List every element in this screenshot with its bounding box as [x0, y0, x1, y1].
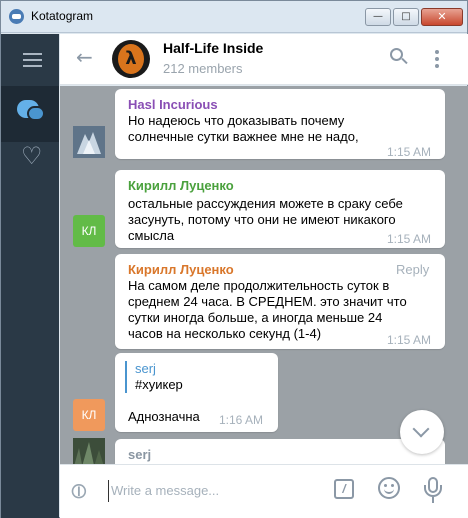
avatar[interactable]: КЛ: [73, 399, 105, 431]
message-author[interactable]: Кирилл Луценко: [128, 178, 234, 193]
avatar[interactable]: [73, 126, 105, 158]
sidebar: ♡: [1, 34, 59, 518]
message-author[interactable]: serj: [128, 447, 151, 462]
message-text-line: Но надеюсь что доказывать почему: [128, 113, 345, 128]
arrow-left-icon[interactable]: ←: [76, 45, 93, 69]
lambda-logo-icon: λ: [118, 44, 144, 74]
message-author[interactable]: Кирилл Луценко: [128, 262, 234, 277]
message-input[interactable]: Write a message...: [108, 480, 318, 502]
message-time: 1:16 AM: [219, 413, 264, 427]
message-bubble[interactable]: Hasl Incurious Но надеюсь что доказывать…: [115, 89, 445, 159]
quote-author: serj: [135, 361, 156, 376]
message-bubble[interactable]: Кирилл Луценко Reply На самом деле продо…: [115, 254, 445, 349]
message-text-line: сутки иногда больше, а иногда меньше 24: [128, 310, 383, 325]
message-text-line: среднем 24 часа. В СРЕДНЕМ. это значит ч…: [128, 294, 407, 309]
quote-text: #хуикер: [135, 377, 183, 392]
message-text-line: засунуть, потому что они не имеют никако…: [128, 212, 396, 227]
user-photo-icon: [73, 438, 105, 464]
message-bubble[interactable]: serj #хуикер Аднозначна 1:16 AM: [115, 353, 278, 432]
emoji-icon[interactable]: [378, 477, 400, 499]
paperclip-icon[interactable]: ⊘: [64, 476, 95, 507]
reply-quote[interactable]: serj #хуикер: [125, 361, 183, 393]
message-time: 1:15 AM: [387, 145, 432, 159]
avatar[interactable]: КЛ: [73, 215, 105, 247]
app-logo-icon: [9, 9, 24, 24]
close-button[interactable]: ✕: [421, 8, 463, 26]
heart-icon[interactable]: ♡: [21, 144, 47, 168]
message-time: 1:15 AM: [387, 232, 432, 246]
message-text-line: часов на несколько секунд (1-4): [128, 326, 322, 341]
maximize-button[interactable]: □: [393, 8, 419, 26]
chat-bubbles-icon[interactable]: [1, 86, 59, 142]
message-text-line: смысла: [128, 228, 175, 243]
chat-header: ← λ Half-Life Inside 212 members: [60, 34, 468, 85]
app-window: Kotatogram — □ ✕ ♡ ← λ Half-Life Inside …: [0, 0, 468, 518]
avatar[interactable]: [73, 438, 105, 464]
message-bubble[interactable]: Кирилл Луценко остальные рассуждения мож…: [115, 170, 445, 248]
reply-label[interactable]: Reply: [396, 262, 429, 277]
message-author[interactable]: Hasl Incurious: [128, 97, 218, 112]
hamburger-icon[interactable]: [1, 34, 59, 84]
message-feed[interactable]: Hasl Incurious Но надеюсь что доказывать…: [60, 86, 468, 464]
message-text: Аднозначна: [128, 409, 200, 424]
message-text-line: остальные рассуждения можете в сраку себ…: [128, 196, 403, 211]
group-avatar[interactable]: λ: [112, 40, 150, 78]
compose-bar: ⊘ Write a message... /: [60, 464, 468, 518]
group-name[interactable]: Half-Life Inside: [163, 40, 263, 56]
message-time: 1:15 AM: [387, 333, 432, 347]
message-text-line: солнечные сутки важнее мне не надо,: [128, 129, 359, 144]
message-text-line: На самом деле продолжительность суток в: [128, 278, 390, 293]
member-count: 212 members: [163, 61, 243, 76]
search-icon[interactable]: [390, 48, 408, 66]
title-bar: Kotatogram — □ ✕: [1, 1, 467, 33]
user-photo-icon: [73, 126, 105, 158]
scroll-down-button[interactable]: [400, 410, 444, 454]
more-vertical-icon[interactable]: [435, 50, 439, 68]
bot-command-button[interactable]: /: [334, 479, 354, 499]
message-bubble[interactable]: serj: [115, 439, 445, 464]
minimize-button[interactable]: —: [365, 8, 391, 26]
window-title: Kotatogram: [31, 9, 94, 23]
chevron-down-icon: [412, 420, 430, 438]
